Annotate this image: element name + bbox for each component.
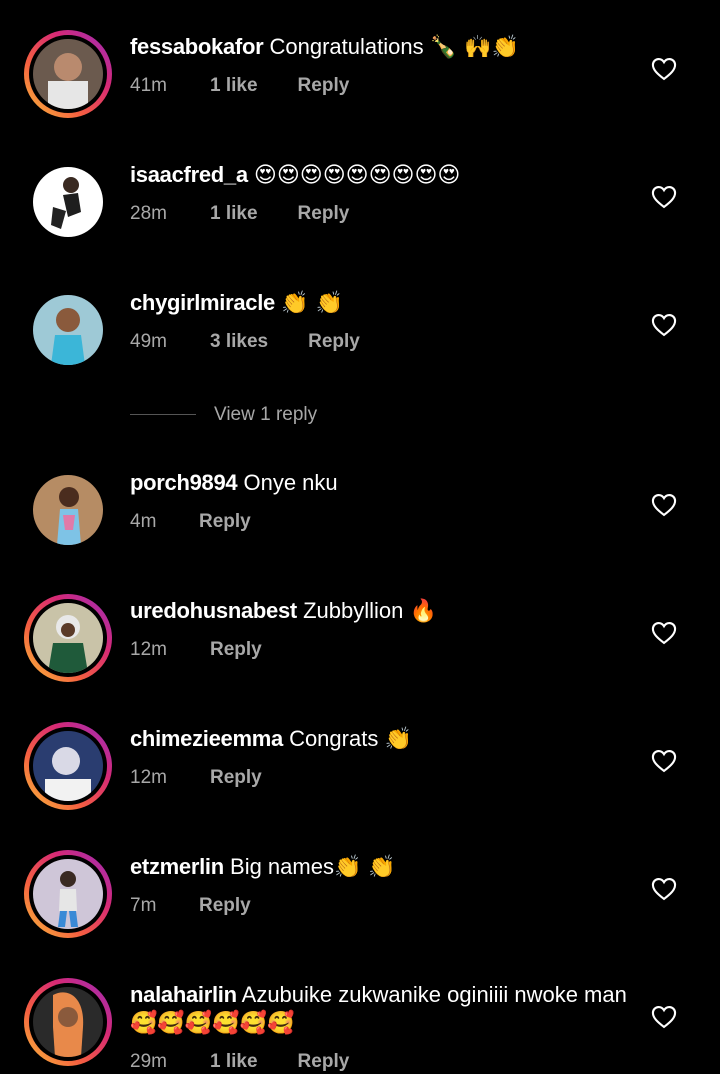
comment-likes[interactable]: 1 like: [210, 74, 258, 98]
heart-outline-icon[interactable]: [650, 55, 678, 83]
comment-text: Big names: [230, 854, 334, 879]
heart-outline-icon[interactable]: [650, 311, 678, 339]
heart-outline-icon[interactable]: [650, 491, 678, 519]
comment-username[interactable]: etzmerlin: [130, 854, 224, 879]
comment-time: 12m: [130, 767, 167, 788]
avatar[interactable]: [24, 466, 112, 554]
comment-username[interactable]: chimezieemma: [130, 726, 283, 751]
avatar[interactable]: [24, 158, 112, 246]
avatar[interactable]: [24, 850, 112, 938]
heart-outline-icon[interactable]: [650, 619, 678, 647]
reply-button[interactable]: Reply: [199, 510, 251, 534]
comment-text: Onye nku: [243, 470, 338, 495]
avatar[interactable]: [24, 30, 112, 118]
comment-username[interactable]: nalahairlin: [130, 982, 237, 1007]
reply-button[interactable]: Reply: [298, 202, 350, 226]
comment-time: 12m: [130, 639, 167, 660]
reply-button[interactable]: Reply: [199, 894, 251, 918]
comment-emoji: 👏 👏: [281, 291, 343, 316]
avatar[interactable]: [24, 594, 112, 682]
heart-outline-icon[interactable]: [650, 183, 678, 211]
reply-button[interactable]: Reply: [210, 638, 262, 662]
comment-time: 7m: [130, 895, 157, 916]
comment-meta: 41m 1 like Reply: [130, 74, 349, 98]
comment-text: Zubbyllion: [303, 598, 404, 623]
comment-likes[interactable]: 3 likes: [210, 330, 268, 354]
comment-meta: 4m Reply: [130, 510, 251, 534]
comment-meta: 12m Reply: [130, 638, 262, 662]
reply-button[interactable]: Reply: [298, 1050, 350, 1074]
comment-username[interactable]: uredohusnabest: [130, 598, 297, 623]
comment-meta: 7m Reply: [130, 894, 251, 918]
comment-emoji: 🥰🥰🥰🥰🥰🥰: [130, 1011, 295, 1036]
comment-emoji: 🍾 🙌👏: [429, 35, 519, 60]
reply-button[interactable]: Reply: [210, 766, 262, 790]
comment-username[interactable]: fessabokafor: [130, 34, 264, 59]
comment-username[interactable]: isaacfred_a: [130, 162, 248, 187]
comment-meta: 49m 3 likes Reply: [130, 330, 360, 354]
comment-emoji: 🔥: [409, 599, 437, 624]
heart-outline-icon[interactable]: [650, 1003, 678, 1031]
comment-text: Congratulations: [269, 34, 424, 59]
comment-time: 41m: [130, 75, 167, 96]
comment-emoji: 👏: [384, 727, 412, 752]
avatar[interactable]: [24, 722, 112, 810]
comment-likes[interactable]: 1 like: [210, 202, 258, 226]
heart-outline-icon[interactable]: [650, 747, 678, 775]
comment-time: 49m: [130, 331, 167, 352]
reply-button[interactable]: Reply: [308, 330, 360, 354]
comment-username[interactable]: porch9894: [130, 470, 238, 495]
comment-text: Azubuike zukwanike oginiiii nwoke man: [241, 982, 627, 1007]
comment-emoji: 👏 👏: [333, 855, 396, 880]
comment-time: 4m: [130, 511, 157, 532]
heart-outline-icon[interactable]: [650, 875, 678, 903]
comment-text: Congrats: [289, 726, 379, 751]
comment-username[interactable]: chygirlmiracle: [130, 290, 275, 315]
comment-meta: 12m Reply: [130, 766, 262, 790]
divider: [130, 414, 196, 415]
comment-emoji: 😍😍😍😍😍😍😍😍😍: [253, 163, 461, 188]
comment-likes[interactable]: 1 like: [210, 1050, 258, 1074]
comment-meta: 28m 1 like Reply: [130, 202, 349, 226]
avatar[interactable]: [24, 286, 112, 374]
view-replies-label[interactable]: View 1 reply: [214, 404, 317, 426]
avatar[interactable]: [24, 978, 112, 1066]
comment-meta: 29m 1 like Reply: [130, 1050, 349, 1074]
reply-button[interactable]: Reply: [298, 74, 350, 98]
comment-time: 28m: [130, 203, 167, 224]
comment-time: 29m: [130, 1051, 167, 1072]
